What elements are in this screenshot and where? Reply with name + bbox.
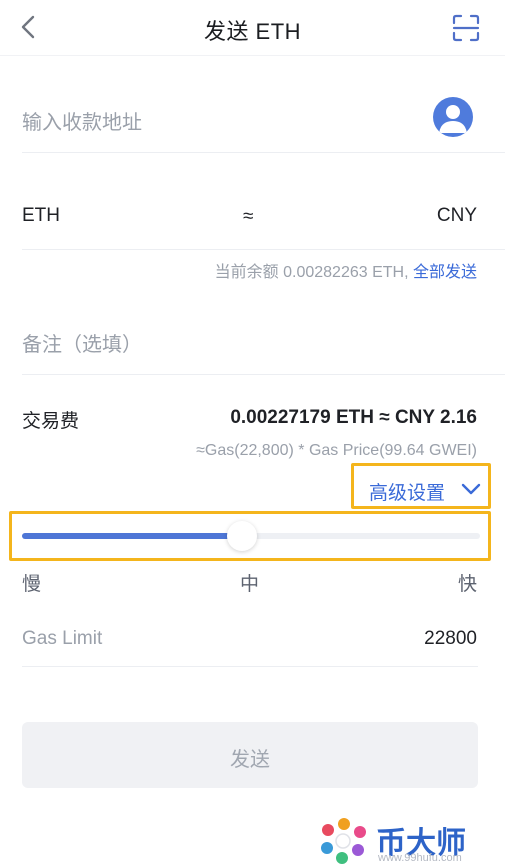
slider-fill — [22, 533, 242, 539]
watermark-url: www.99hufu.com — [378, 852, 462, 864]
fee-value: 0.00227179 ETH ≈ CNY 2.16 — [230, 407, 477, 428]
balance-info: 当前余额 0.00282263 ETH, 全部发送 — [215, 258, 477, 282]
send-button-label: 发送 — [230, 749, 270, 771]
slider-thumb[interactable] — [226, 521, 257, 551]
send-eth-page: 发送 ETH 输入收款地址 ETH ≈ CNY 当前余额 0.00282263 … — [0, 0, 505, 867]
gas-limit-input[interactable]: 22800 — [424, 628, 477, 650]
speed-medium-label: 中 — [240, 574, 260, 595]
send-all-link[interactable]: 全部发送 — [413, 264, 477, 281]
chevron-down-icon — [461, 483, 481, 495]
speed-fast-label: 快 — [457, 574, 477, 595]
fee-slider — [9, 511, 491, 561]
memo-input[interactable]: 备注（选填） — [22, 328, 142, 357]
divider — [22, 666, 478, 667]
gas-limit-label: Gas Limit — [22, 628, 103, 649]
advanced-settings-label: 高级设置 — [369, 483, 446, 504]
slider-track[interactable] — [22, 521, 480, 551]
fee-label: 交易费 — [22, 411, 80, 432]
flower-logo-icon — [321, 818, 366, 864]
address-input[interactable]: 输入收款地址 — [22, 106, 142, 135]
gas-formula: ≈Gas(22,800) * Gas Price(99.64 GWEI) — [196, 442, 477, 459]
page-title: 发送 ETH — [203, 19, 302, 44]
advanced-settings-button[interactable]: 高级设置 — [351, 463, 491, 509]
person-icon — [439, 105, 467, 133]
watermark: 币大师 www.99hufu.com — [316, 814, 488, 866]
divider — [22, 374, 505, 375]
balance-text: 当前余额 0.00282263 ETH, — [214, 264, 409, 281]
divider — [22, 152, 505, 153]
amount-cny-input[interactable]: CNY — [437, 205, 477, 227]
divider — [22, 249, 505, 250]
amount-eth-input[interactable]: ETH — [22, 205, 60, 227]
header-bar: 发送 ETH — [0, 0, 505, 56]
scan-icon[interactable] — [452, 14, 480, 42]
send-button[interactable]: 发送 — [22, 722, 478, 788]
speed-slow-label: 慢 — [22, 574, 42, 595]
contact-avatar-icon[interactable] — [433, 97, 473, 137]
approx-sign: ≈ — [243, 206, 254, 227]
